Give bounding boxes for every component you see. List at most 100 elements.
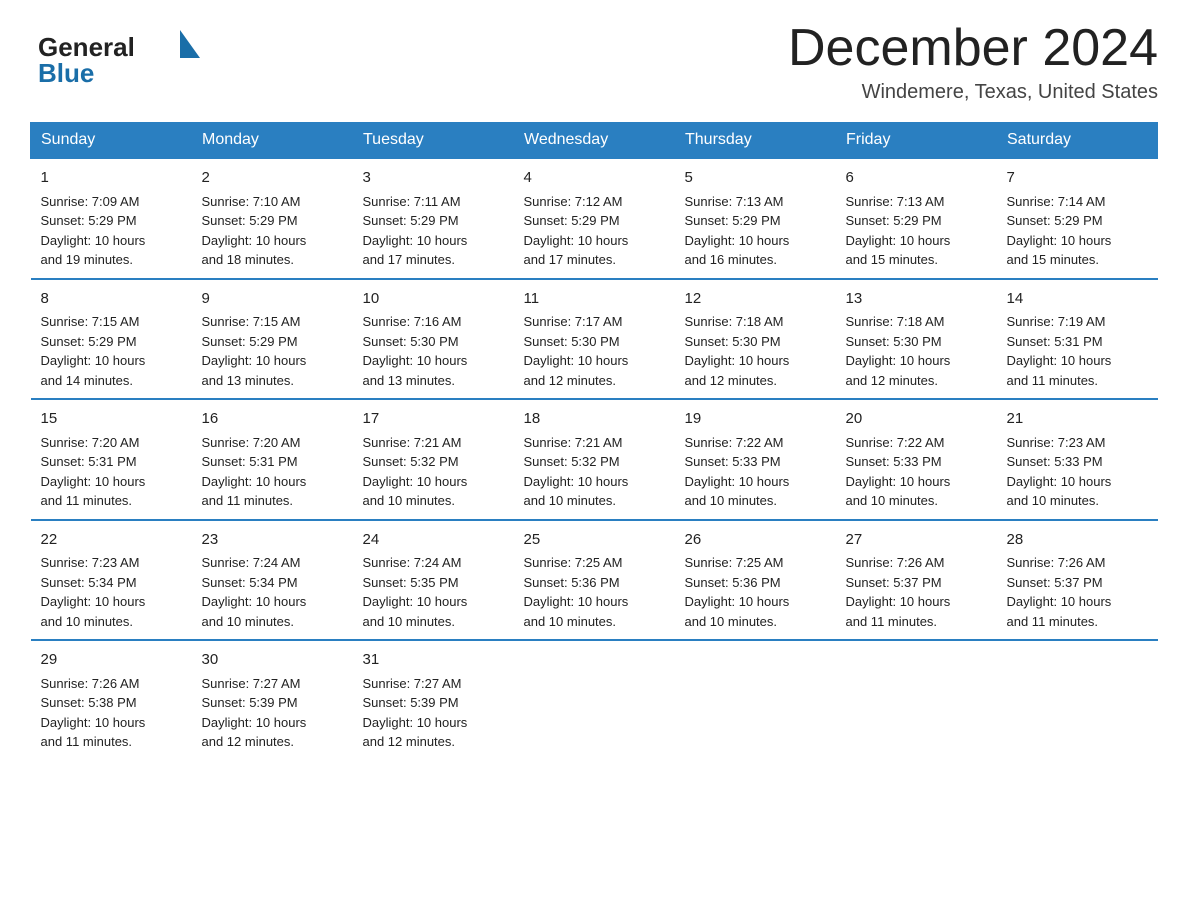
day-number: 20 xyxy=(846,408,987,431)
day-info: Sunrise: 7:12 AMSunset: 5:29 PMDaylight:… xyxy=(524,194,629,268)
day-info: Sunrise: 7:21 AMSunset: 5:32 PMDaylight:… xyxy=(524,435,629,509)
calendar-week-row: 15 Sunrise: 7:20 AMSunset: 5:31 PMDaylig… xyxy=(31,399,1158,520)
day-info: Sunrise: 7:20 AMSunset: 5:31 PMDaylight:… xyxy=(202,435,307,509)
calendar-cell: 20 Sunrise: 7:22 AMSunset: 5:33 PMDaylig… xyxy=(836,399,997,520)
calendar-cell: 7 Sunrise: 7:14 AMSunset: 5:29 PMDayligh… xyxy=(997,158,1158,279)
calendar-cell: 23 Sunrise: 7:24 AMSunset: 5:34 PMDaylig… xyxy=(192,520,353,641)
calendar-cell xyxy=(836,640,997,760)
day-info: Sunrise: 7:25 AMSunset: 5:36 PMDaylight:… xyxy=(524,555,629,629)
calendar-cell xyxy=(514,640,675,760)
month-title: December 2024 xyxy=(788,20,1158,77)
calendar-cell: 19 Sunrise: 7:22 AMSunset: 5:33 PMDaylig… xyxy=(675,399,836,520)
day-number: 21 xyxy=(1007,408,1148,431)
day-number: 14 xyxy=(1007,288,1148,311)
calendar-cell xyxy=(675,640,836,760)
day-number: 29 xyxy=(41,649,182,672)
day-info: Sunrise: 7:11 AMSunset: 5:29 PMDaylight:… xyxy=(363,194,468,268)
day-number: 8 xyxy=(41,288,182,311)
page-header: General Blue December 2024 Windemere, Te… xyxy=(30,20,1158,104)
day-info: Sunrise: 7:18 AMSunset: 5:30 PMDaylight:… xyxy=(846,314,951,388)
calendar-cell: 26 Sunrise: 7:25 AMSunset: 5:36 PMDaylig… xyxy=(675,520,836,641)
calendar-cell xyxy=(997,640,1158,760)
day-number: 13 xyxy=(846,288,987,311)
calendar-cell: 6 Sunrise: 7:13 AMSunset: 5:29 PMDayligh… xyxy=(836,158,997,279)
calendar-cell: 25 Sunrise: 7:25 AMSunset: 5:36 PMDaylig… xyxy=(514,520,675,641)
calendar-cell: 16 Sunrise: 7:20 AMSunset: 5:31 PMDaylig… xyxy=(192,399,353,520)
day-number: 23 xyxy=(202,529,343,552)
day-number: 22 xyxy=(41,529,182,552)
day-number: 19 xyxy=(685,408,826,431)
day-info: Sunrise: 7:25 AMSunset: 5:36 PMDaylight:… xyxy=(685,555,790,629)
day-info: Sunrise: 7:26 AMSunset: 5:38 PMDaylight:… xyxy=(41,676,146,750)
calendar-cell: 4 Sunrise: 7:12 AMSunset: 5:29 PMDayligh… xyxy=(514,158,675,279)
calendar-cell: 5 Sunrise: 7:13 AMSunset: 5:29 PMDayligh… xyxy=(675,158,836,279)
calendar-cell: 27 Sunrise: 7:26 AMSunset: 5:37 PMDaylig… xyxy=(836,520,997,641)
calendar-table: Sunday Monday Tuesday Wednesday Thursday… xyxy=(30,122,1158,760)
col-sunday: Sunday xyxy=(31,123,192,159)
calendar-body: 1 Sunrise: 7:09 AMSunset: 5:29 PMDayligh… xyxy=(31,158,1158,760)
day-info: Sunrise: 7:22 AMSunset: 5:33 PMDaylight:… xyxy=(846,435,951,509)
day-info: Sunrise: 7:18 AMSunset: 5:30 PMDaylight:… xyxy=(685,314,790,388)
day-number: 12 xyxy=(685,288,826,311)
col-thursday: Thursday xyxy=(675,123,836,159)
day-info: Sunrise: 7:23 AMSunset: 5:34 PMDaylight:… xyxy=(41,555,146,629)
day-number: 10 xyxy=(363,288,504,311)
day-info: Sunrise: 7:26 AMSunset: 5:37 PMDaylight:… xyxy=(846,555,951,629)
day-number: 30 xyxy=(202,649,343,672)
day-number: 7 xyxy=(1007,167,1148,190)
day-info: Sunrise: 7:21 AMSunset: 5:32 PMDaylight:… xyxy=(363,435,468,509)
title-section: December 2024 Windemere, Texas, United S… xyxy=(788,20,1158,104)
day-info: Sunrise: 7:27 AMSunset: 5:39 PMDaylight:… xyxy=(363,676,468,750)
day-number: 26 xyxy=(685,529,826,552)
day-info: Sunrise: 7:13 AMSunset: 5:29 PMDaylight:… xyxy=(685,194,790,268)
day-number: 6 xyxy=(846,167,987,190)
svg-text:Blue: Blue xyxy=(38,58,94,88)
calendar-cell: 17 Sunrise: 7:21 AMSunset: 5:32 PMDaylig… xyxy=(353,399,514,520)
day-number: 1 xyxy=(41,167,182,190)
day-number: 24 xyxy=(363,529,504,552)
day-info: Sunrise: 7:27 AMSunset: 5:39 PMDaylight:… xyxy=(202,676,307,750)
calendar-cell: 31 Sunrise: 7:27 AMSunset: 5:39 PMDaylig… xyxy=(353,640,514,760)
location: Windemere, Texas, United States xyxy=(788,81,1158,104)
calendar-week-row: 8 Sunrise: 7:15 AMSunset: 5:29 PMDayligh… xyxy=(31,279,1158,400)
day-info: Sunrise: 7:13 AMSunset: 5:29 PMDaylight:… xyxy=(846,194,951,268)
day-number: 17 xyxy=(363,408,504,431)
col-saturday: Saturday xyxy=(997,123,1158,159)
calendar-cell: 2 Sunrise: 7:10 AMSunset: 5:29 PMDayligh… xyxy=(192,158,353,279)
day-info: Sunrise: 7:15 AMSunset: 5:29 PMDaylight:… xyxy=(41,314,146,388)
day-number: 18 xyxy=(524,408,665,431)
day-info: Sunrise: 7:14 AMSunset: 5:29 PMDaylight:… xyxy=(1007,194,1112,268)
day-info: Sunrise: 7:10 AMSunset: 5:29 PMDaylight:… xyxy=(202,194,307,268)
calendar-week-row: 29 Sunrise: 7:26 AMSunset: 5:38 PMDaylig… xyxy=(31,640,1158,760)
day-number: 25 xyxy=(524,529,665,552)
calendar-cell: 9 Sunrise: 7:15 AMSunset: 5:29 PMDayligh… xyxy=(192,279,353,400)
header-row: Sunday Monday Tuesday Wednesday Thursday… xyxy=(31,123,1158,159)
day-number: 3 xyxy=(363,167,504,190)
calendar-week-row: 22 Sunrise: 7:23 AMSunset: 5:34 PMDaylig… xyxy=(31,520,1158,641)
calendar-header: Sunday Monday Tuesday Wednesday Thursday… xyxy=(31,123,1158,159)
calendar-cell: 29 Sunrise: 7:26 AMSunset: 5:38 PMDaylig… xyxy=(31,640,192,760)
day-number: 31 xyxy=(363,649,504,672)
day-number: 27 xyxy=(846,529,987,552)
logo-svg: General Blue xyxy=(30,20,210,90)
calendar-cell: 3 Sunrise: 7:11 AMSunset: 5:29 PMDayligh… xyxy=(353,158,514,279)
day-info: Sunrise: 7:24 AMSunset: 5:35 PMDaylight:… xyxy=(363,555,468,629)
col-monday: Monday xyxy=(192,123,353,159)
logo: General Blue xyxy=(30,20,210,90)
day-number: 2 xyxy=(202,167,343,190)
calendar-cell: 11 Sunrise: 7:17 AMSunset: 5:30 PMDaylig… xyxy=(514,279,675,400)
calendar-cell: 10 Sunrise: 7:16 AMSunset: 5:30 PMDaylig… xyxy=(353,279,514,400)
calendar-cell: 24 Sunrise: 7:24 AMSunset: 5:35 PMDaylig… xyxy=(353,520,514,641)
day-number: 9 xyxy=(202,288,343,311)
calendar-cell: 22 Sunrise: 7:23 AMSunset: 5:34 PMDaylig… xyxy=(31,520,192,641)
day-number: 16 xyxy=(202,408,343,431)
day-info: Sunrise: 7:09 AMSunset: 5:29 PMDaylight:… xyxy=(41,194,146,268)
day-number: 4 xyxy=(524,167,665,190)
col-tuesday: Tuesday xyxy=(353,123,514,159)
day-info: Sunrise: 7:17 AMSunset: 5:30 PMDaylight:… xyxy=(524,314,629,388)
calendar-cell: 18 Sunrise: 7:21 AMSunset: 5:32 PMDaylig… xyxy=(514,399,675,520)
day-number: 11 xyxy=(524,288,665,311)
day-info: Sunrise: 7:26 AMSunset: 5:37 PMDaylight:… xyxy=(1007,555,1112,629)
day-info: Sunrise: 7:22 AMSunset: 5:33 PMDaylight:… xyxy=(685,435,790,509)
day-info: Sunrise: 7:23 AMSunset: 5:33 PMDaylight:… xyxy=(1007,435,1112,509)
